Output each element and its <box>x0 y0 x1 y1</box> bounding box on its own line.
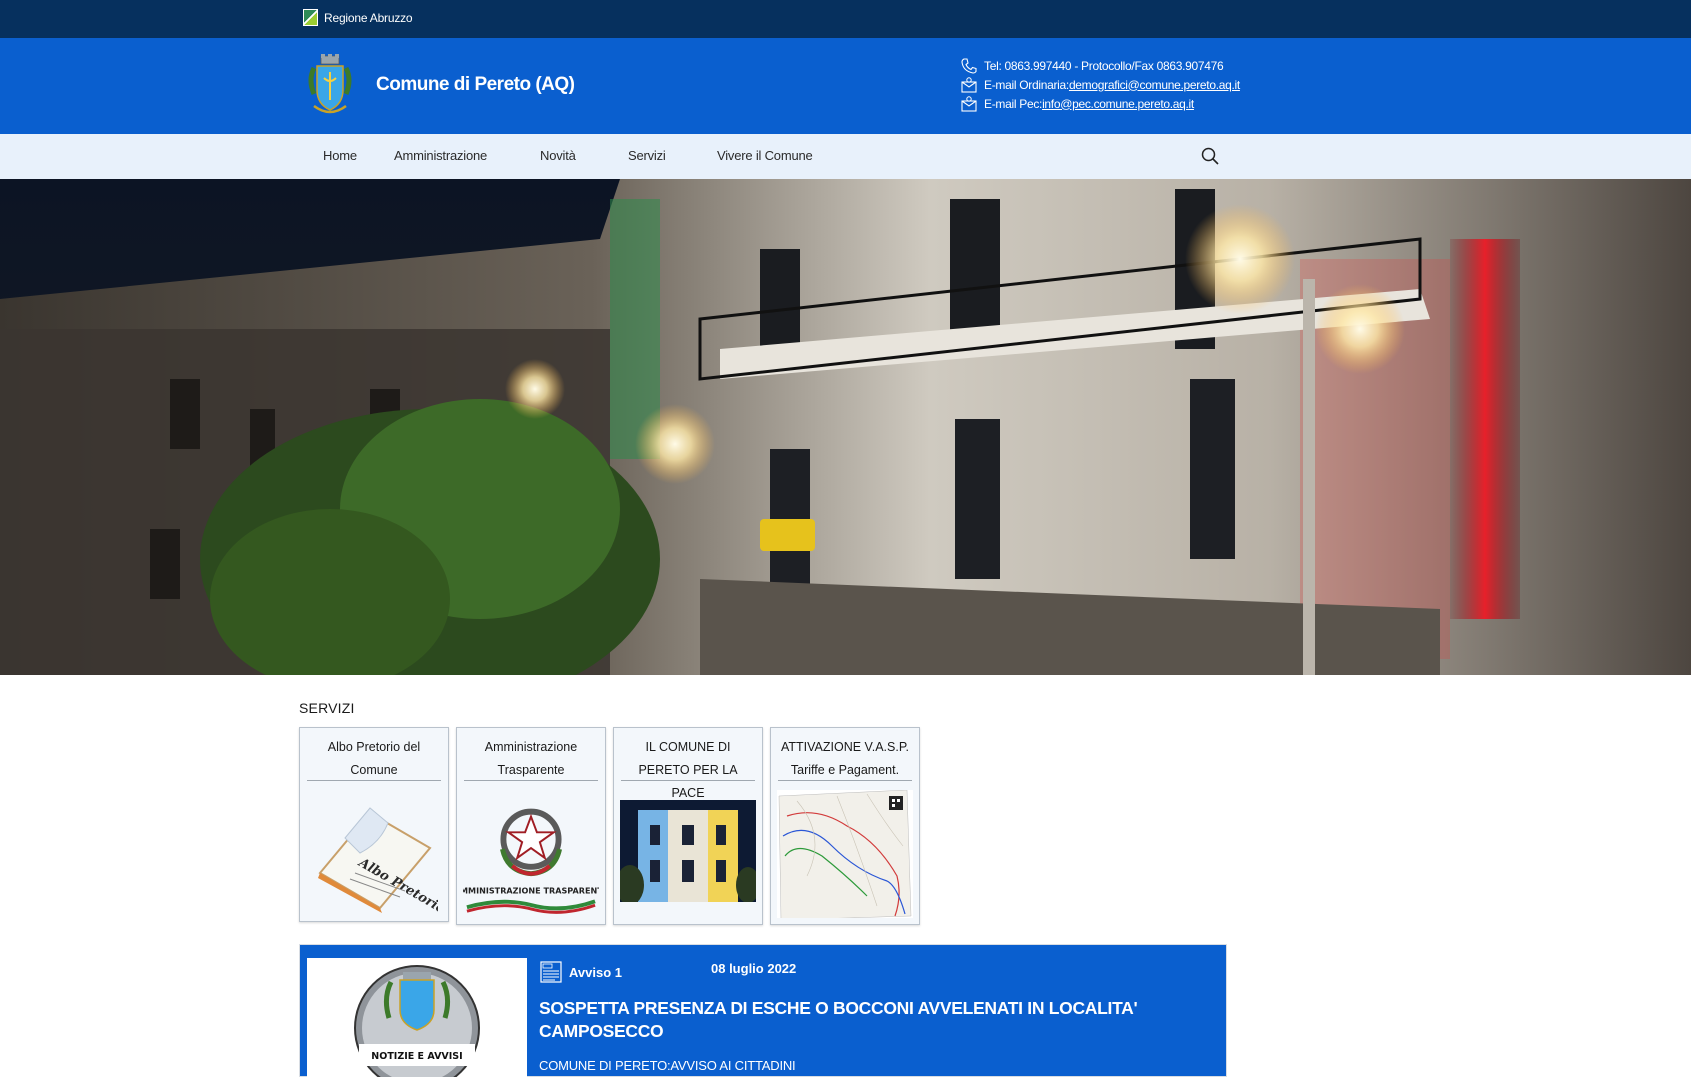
service-card-title: ATTIVAZIONE V.A.S.P. Tariffe e Pagament. <box>778 736 912 781</box>
town-hall-peace-lighting-photo <box>620 800 756 902</box>
vasp-territory-map-icon <box>777 790 913 918</box>
service-card-comune-per-la-pace[interactable]: IL COMUNE DI PERETO PER LA PACE <box>613 727 763 925</box>
site-header: Comune di Pereto (AQ) Tel: 0863.997440 -… <box>0 38 1691 134</box>
news-card[interactable]: NOTIZIE E AVVISI Avviso 1 08 luglio 2022… <box>299 944 1227 1077</box>
newspaper-icon <box>540 961 562 983</box>
news-category: Avviso 1 <box>539 960 622 984</box>
site-title[interactable]: Comune di Pereto (AQ) <box>376 74 575 96</box>
nav-item-home[interactable]: Home <box>323 148 357 163</box>
notizie-avvisi-badge-icon: NOTIZIE E AVVISI <box>354 965 480 1077</box>
municipal-crest-icon[interactable] <box>304 54 356 118</box>
email-row: E-mail Ordinaria: demografici@comune.per… <box>960 75 1240 94</box>
region-label: Regione Abruzzo <box>324 10 413 25</box>
albo-pretorio-book-icon: Albo Pretorio <box>318 806 438 913</box>
pec-email-icon <box>961 95 977 112</box>
services-section-title: SERVIZI <box>299 700 355 716</box>
vasp-map-image <box>777 790 913 918</box>
service-card-attivazione-vasp[interactable]: ATTIVAZIONE V.A.S.P. Tariffe e Pagament. <box>770 727 920 925</box>
email-icon <box>961 76 977 93</box>
phone-icon <box>961 57 977 74</box>
nav-item-novita[interactable]: Novità <box>540 148 576 163</box>
pec-link[interactable]: info@pec.comune.pereto.aq.it <box>1042 97 1194 111</box>
phone-row: Tel: 0863.997440 - Protocollo/Fax 0863.9… <box>960 56 1240 75</box>
news-thumbnail: NOTIZIE E AVVISI <box>307 958 527 1077</box>
hero-town-hall-illustration <box>0 179 1691 675</box>
phone-text: Tel: 0863.997440 - Protocollo/Fax 0863.9… <box>984 58 1224 73</box>
email-link[interactable]: demografici@comune.pereto.aq.it <box>1069 78 1240 92</box>
republic-emblem-icon: AMMINISTRAZIONE TRASPARENTE <box>463 808 599 914</box>
news-category-label: Avviso 1 <box>569 964 622 980</box>
hero-image <box>0 179 1691 675</box>
news-headline[interactable]: SOSPETTA PRESENZA DI ESCHE O BOCCONI AVV… <box>539 997 1179 1043</box>
news-date: 08 luglio 2022 <box>711 961 797 976</box>
search-icon[interactable] <box>1200 146 1220 166</box>
news-subtitle: COMUNE DI PERETO:AVVISO AI CITTADINI <box>539 1058 796 1073</box>
service-card-title: Albo Pretorio del Comune <box>307 736 441 781</box>
amministrazione-trasparente-image: AMMINISTRAZIONE TRASPARENTE <box>463 790 599 918</box>
pec-row: E-mail Pec: info@pec.comune.pereto.aq.it <box>960 94 1240 113</box>
top-bar: Regione Abruzzo <box>0 0 1691 38</box>
service-card-albo-pretorio[interactable]: Albo Pretorio del Comune Albo Pretorio <box>299 727 449 922</box>
email-label: E-mail Ordinaria: <box>984 77 1069 92</box>
region-link[interactable]: Regione Abruzzo <box>303 9 413 26</box>
contact-info: Tel: 0863.997440 - Protocollo/Fax 0863.9… <box>960 56 1240 113</box>
nav-item-amministrazione[interactable]: Amministrazione <box>394 148 487 163</box>
main-nav: Home Amministrazione Novità Servizi Vive… <box>0 134 1691 179</box>
news-thumbnail-label: NOTIZIE E AVVISI <box>371 1051 462 1062</box>
pec-label: E-mail Pec: <box>984 96 1043 111</box>
service-card-title: Amministrazione Trasparente <box>464 736 598 781</box>
amministrazione-trasparente-image-text: AMMINISTRAZIONE TRASPARENTE <box>463 885 599 895</box>
service-card-title: IL COMUNE DI PERETO PER LA PACE <box>621 736 755 800</box>
nav-item-vivere-il-comune[interactable]: Vivere il Comune <box>717 148 813 163</box>
region-logo-icon <box>303 9 318 26</box>
nav-item-servizi[interactable]: Servizi <box>628 148 666 163</box>
albo-pretorio-image: Albo Pretorio <box>306 790 442 915</box>
comune-per-la-pace-image <box>620 790 756 918</box>
service-card-amministrazione-trasparente[interactable]: Amministrazione Trasparente AMMINISTRAZI… <box>456 727 606 925</box>
